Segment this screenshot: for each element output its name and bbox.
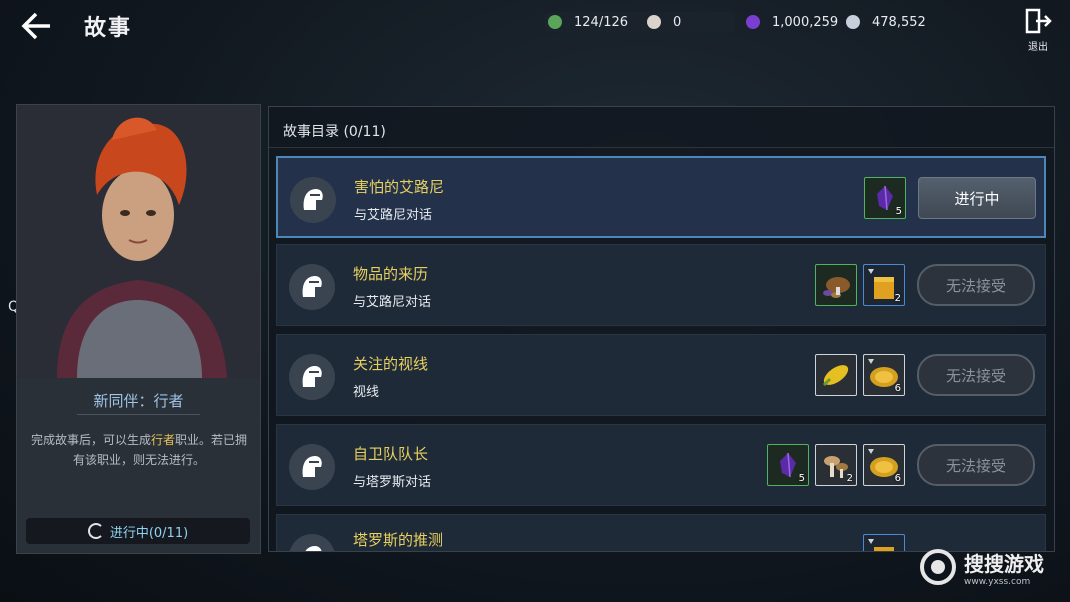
progress-label: 进行中(0/11) <box>109 525 189 541</box>
in-progress-button[interactable]: 进行中 <box>918 177 1036 219</box>
divider <box>269 147 1054 148</box>
helmet-icon <box>289 354 335 400</box>
story-row[interactable]: 害怕的艾路尼 与艾路尼对话 5 进行中 <box>276 156 1046 238</box>
reward-slot[interactable]: 5 <box>767 444 809 486</box>
story-subtitle: 与塔罗斯对话 <box>353 475 432 490</box>
story-subtitle: 视线 <box>353 385 380 400</box>
reward-slot[interactable]: 2 <box>863 264 905 306</box>
exit-button[interactable]: 退出 <box>1020 8 1056 53</box>
reward-qty: 5 <box>895 206 902 217</box>
reward-slot[interactable]: 6 <box>863 444 905 486</box>
exit-door-icon <box>1025 8 1052 34</box>
corn-icon <box>822 365 849 387</box>
reward-slot[interactable] <box>815 354 857 396</box>
story-subtitle: 与艾路尼对话 <box>354 208 433 223</box>
reward-slot[interactable] <box>863 534 905 551</box>
mushroom-pile-icon <box>823 277 850 298</box>
companion-name: 新同伴：行者 <box>93 392 184 410</box>
reward-slot[interactable]: 2 <box>815 444 857 486</box>
desc-prefix: 完成故事后，可以生成 <box>30 433 151 447</box>
companion-progress: 进行中(0/11) <box>26 518 250 544</box>
story-subtitle: 与艾路尼对话 <box>353 295 432 310</box>
cannot-accept-button[interactable]: 无法接受 <box>917 354 1035 396</box>
cannot-accept-button[interactable]: 无法接受 <box>917 264 1035 306</box>
reward-slot[interactable] <box>815 264 857 306</box>
resource-black-stone: 1,000,259 <box>746 12 838 32</box>
watermark-text: 搜搜游戏 <box>964 551 1044 576</box>
story-title: 害怕的艾路尼 <box>354 178 445 196</box>
resource-stamina-value: 124/126 <box>574 14 629 30</box>
leaf-coin-icon <box>548 15 562 29</box>
helmet-icon <box>290 177 336 223</box>
resource-black-stone-value: 1,000,259 <box>772 14 839 30</box>
resource-pearl-value: 0 <box>673 14 682 30</box>
resource-silver-value: 478,552 <box>872 14 926 30</box>
silver-coin-icon <box>846 15 860 29</box>
watermark-logo-icon <box>920 549 956 585</box>
story-row[interactable]: 物品的来历 与艾路尼对话 2 无法接受 <box>276 244 1046 326</box>
top-bar: 故事 124/126 0 1,000,259 478,552 退出 <box>0 0 1070 53</box>
resource-pearl: 0 <box>647 12 681 32</box>
companion-card: 新同伴：行者 完成故事后，可以生成行者职业。若已拥有该职业，则无法进行。 进行中… <box>16 104 261 554</box>
reward-qty: 6 <box>894 473 901 484</box>
reward-qty: 2 <box>894 293 901 304</box>
panel-header: 故事目录 (0/11) <box>283 124 386 140</box>
story-title: 物品的来历 <box>353 265 429 283</box>
story-title: 塔罗斯的推测 <box>353 531 444 549</box>
page-title: 故事 <box>84 16 133 41</box>
story-title: 关注的视线 <box>353 355 429 373</box>
companion-portrait <box>17 105 260 378</box>
reward-qty: 2 <box>846 473 853 484</box>
watermark-url: www.yxss.com <box>964 576 1031 587</box>
helmet-icon <box>289 444 335 490</box>
purple-gem-icon <box>746 15 760 29</box>
story-title: 自卫队队长 <box>353 445 429 463</box>
reward-slot[interactable]: 5 <box>864 177 906 219</box>
pearl-icon <box>647 15 661 29</box>
story-row[interactable]: 关注的视线 视线 6 无法接受 <box>276 334 1046 416</box>
reward-qty: 6 <box>894 383 901 394</box>
exit-label: 退出 <box>1028 42 1048 53</box>
cannot-accept-button[interactable]: 无法接受 <box>917 444 1035 486</box>
helmet-icon <box>289 264 335 310</box>
desc-highlight: 行者 <box>150 433 175 447</box>
resource-silver: 478,552 <box>846 12 926 32</box>
back-arrow-icon[interactable] <box>18 10 54 42</box>
story-list-panel: 故事目录 (0/11) 害怕的艾路尼 与艾路尼对话 5 进行中 物品的来历 与艾… <box>268 106 1055 552</box>
companion-description: 完成故事后，可以生成行者职业。若已拥有该职业，则无法进行。 <box>27 430 251 470</box>
story-row[interactable]: 自卫队队长 与塔罗斯对话 5 2 6 无法接受 <box>276 424 1046 506</box>
divider <box>77 414 200 415</box>
reward-slot[interactable]: 6 <box>863 354 905 396</box>
yellow-box-icon <box>868 539 894 551</box>
resource-stamina: 124/126 <box>548 12 628 32</box>
helmet-icon <box>289 534 335 551</box>
loading-spinner-icon <box>87 523 104 539</box>
watermark: 搜搜游戏 www.yxss.com <box>918 542 1063 592</box>
reward-qty: 5 <box>798 473 805 484</box>
